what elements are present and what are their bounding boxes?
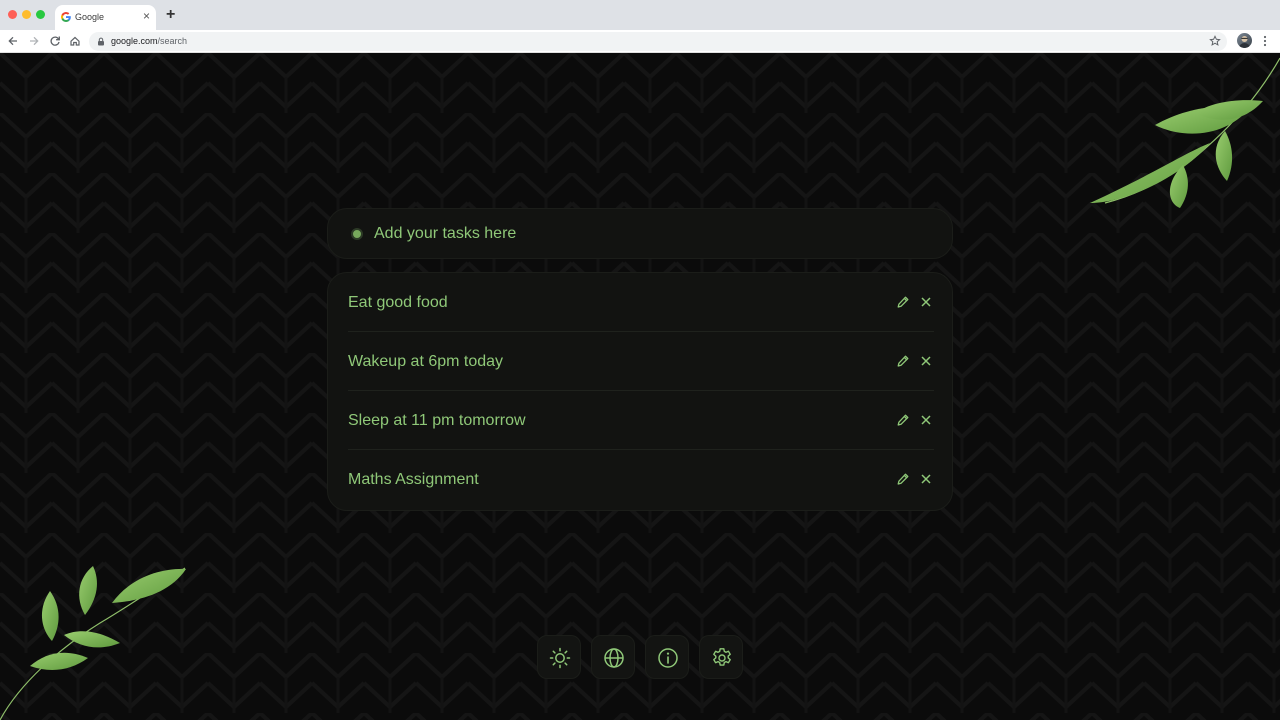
task-label: Wakeup at 6pm today — [348, 353, 504, 370]
plus-icon[interactable]: + — [166, 6, 175, 24]
info-icon — [658, 648, 678, 668]
task-label: Sleep at 11 pm tomorrow — [348, 412, 526, 429]
profile-photo — [1239, 36, 1250, 48]
settings-button[interactable] — [699, 635, 743, 679]
pencil-icon[interactable] — [896, 413, 910, 427]
theme-button[interactable] — [537, 635, 581, 679]
minimize-window-button[interactable] — [22, 10, 31, 19]
kebab-menu-icon[interactable] — [1261, 35, 1269, 47]
arrow-right-icon[interactable] — [28, 35, 40, 47]
browser-tab-bar: Google × + — [0, 0, 1280, 30]
reload-icon[interactable] — [49, 35, 61, 47]
close-icon[interactable]: × — [143, 10, 150, 22]
tab-title: Google — [75, 12, 105, 22]
close-icon[interactable] — [920, 414, 932, 426]
task-input[interactable]: Add your tasks here — [327, 208, 953, 259]
gear-icon — [713, 648, 731, 666]
url-text: google.com/search — [111, 35, 187, 48]
address-bar[interactable]: google.com/search — [89, 32, 1227, 51]
url-host: google.com — [111, 36, 158, 46]
language-button[interactable] — [591, 635, 635, 679]
dot-icon — [351, 228, 363, 240]
leaves-decoration-bottom-left — [0, 566, 186, 720]
arrow-left-icon[interactable] — [7, 35, 19, 47]
info-button[interactable] — [645, 635, 689, 679]
leaves-decoration-top-right — [1090, 57, 1280, 208]
home-icon[interactable] — [69, 35, 81, 47]
task-label: Maths Assignment — [348, 471, 479, 488]
maximize-window-button[interactable] — [36, 10, 45, 19]
list-item: Wakeup at 6pm today — [328, 332, 954, 391]
close-icon[interactable] — [920, 355, 932, 367]
pencil-icon[interactable] — [896, 354, 910, 368]
browser-tab[interactable]: Google × — [55, 5, 156, 30]
list-item: Sleep at 11 pm tomorrow — [328, 391, 954, 450]
task-label: Eat good food — [348, 294, 448, 311]
browser-toolbar: google.com/search — [0, 30, 1280, 53]
list-item: Maths Assignment — [328, 450, 954, 509]
task-list: Eat good food Wakeup at 6pm today Sleep … — [327, 272, 953, 511]
close-window-button[interactable] — [8, 10, 17, 19]
google-g-icon — [61, 12, 71, 23]
close-icon[interactable] — [920, 473, 932, 485]
pencil-icon[interactable] — [896, 295, 910, 309]
globe-icon — [604, 648, 624, 668]
sun-icon — [549, 647, 571, 669]
url-path: /search — [157, 36, 188, 46]
lock-icon — [98, 37, 104, 46]
list-item: Eat good food — [328, 273, 954, 332]
star-icon[interactable] — [1209, 35, 1221, 47]
task-input-placeholder: Add your tasks here — [374, 225, 517, 242]
close-icon[interactable] — [920, 296, 932, 308]
todo-page: Add your tasks here Eat good food Wakeup… — [0, 53, 1280, 720]
avatar[interactable] — [1237, 33, 1252, 48]
pencil-icon[interactable] — [896, 472, 910, 486]
